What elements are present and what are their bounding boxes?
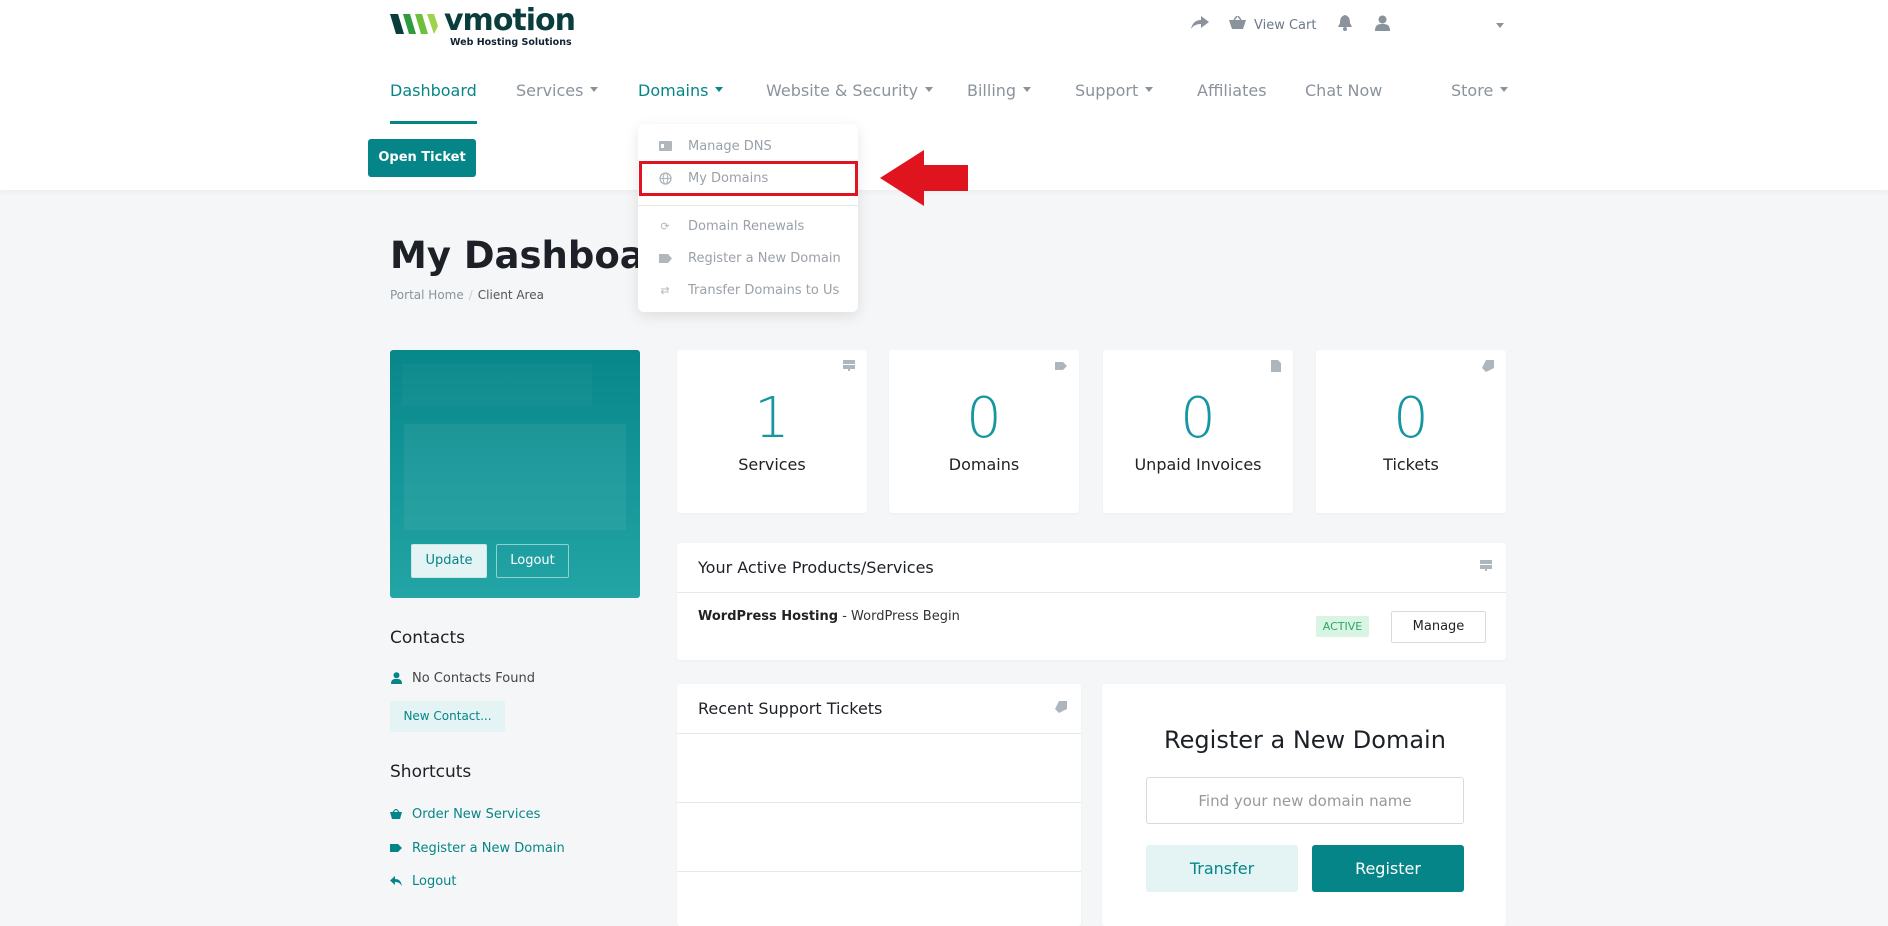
support-tickets-card: Recent Support Tickets — [677, 684, 1081, 926]
stat-domains-label: Domains — [948, 455, 1020, 474]
share-arrow-icon — [1191, 16, 1209, 34]
nav-chat-now[interactable]: Chat Now — [1305, 70, 1382, 124]
logo-mark-icon — [390, 14, 438, 34]
manage-button[interactable]: Manage — [1391, 611, 1486, 643]
nav-store[interactable]: Store — [1451, 70, 1509, 124]
stat-invoices-tile[interactable]: 0 Unpaid Invoices — [1103, 350, 1293, 513]
nav-support[interactable]: Support — [1075, 70, 1154, 124]
ticket-icon — [1055, 701, 1067, 716]
transfer-button[interactable]: Transfer — [1146, 845, 1298, 892]
active-products-heading: Your Active Products/Services — [698, 558, 934, 577]
chevron-down-icon — [590, 87, 599, 92]
reply-arrow-icon — [390, 875, 402, 887]
domains-dropdown-menu: Manage DNS My Domains ⟳ Domain Renewals … — [638, 124, 858, 312]
stat-services-label: Services — [738, 455, 806, 474]
view-cart-link[interactable]: View Cart — [1229, 14, 1316, 36]
stat-invoices-label: Unpaid Invoices — [1134, 455, 1262, 474]
stat-domains-value: 0 — [966, 386, 1002, 451]
stat-domains-tile[interactable]: 0 Domains — [889, 350, 1079, 513]
nav-services[interactable]: Services — [516, 70, 599, 124]
document-icon — [1271, 360, 1281, 375]
ticket-icon — [1482, 360, 1494, 375]
status-badge: ACTIVE — [1316, 616, 1369, 637]
update-profile-button[interactable]: Update — [411, 544, 487, 578]
nav-billing[interactable]: Billing — [967, 70, 1032, 124]
stat-tickets-tile[interactable]: 0 Tickets — [1316, 350, 1506, 513]
account-menu[interactable] — [1375, 14, 1390, 36]
register-button[interactable]: Register — [1312, 845, 1464, 892]
logout-button[interactable]: Logout — [496, 544, 569, 578]
product-detail: - WordPress Begin — [842, 609, 960, 624]
nav-domains[interactable]: Domains — [638, 70, 724, 124]
shortcut-logout[interactable]: Logout — [390, 871, 457, 891]
nav-website-security[interactable]: Website & Security — [766, 70, 934, 124]
card-divider — [677, 592, 1506, 593]
tag-icon — [1055, 360, 1067, 373]
new-contact-button[interactable]: New Contact... — [390, 701, 505, 732]
brand-name: vmotion — [444, 3, 576, 38]
register-domain-title: Register a New Domain — [1164, 726, 1446, 754]
bell-icon — [1338, 15, 1352, 35]
shortcut-register-domain[interactable]: Register a New Domain — [390, 838, 565, 858]
view-cart-label: View Cart — [1254, 17, 1317, 33]
card-divider — [677, 871, 1081, 872]
chevron-down-icon — [925, 87, 934, 92]
profile-details-placeholder — [404, 424, 626, 530]
product-row: WordPress Hosting - WordPress Begin — [698, 609, 960, 624]
tag-icon — [658, 251, 672, 265]
chevron-down-icon — [1496, 22, 1504, 28]
dns-icon — [658, 139, 672, 153]
user-icon — [390, 672, 402, 684]
tag-icon — [390, 842, 402, 854]
nav-affiliates[interactable]: Affiliates — [1197, 70, 1267, 124]
server-icon — [1480, 560, 1492, 574]
brand-tagline: Web Hosting Solutions — [450, 37, 572, 48]
stat-invoices-value: 0 — [1180, 386, 1216, 451]
chevron-down-icon — [1145, 87, 1154, 92]
highlight-box — [639, 161, 858, 196]
profile-card: Update Logout — [390, 350, 640, 598]
chevron-down-icon — [1500, 87, 1509, 92]
refresh-icon: ⟳ — [660, 219, 670, 233]
red-arrow-icon — [880, 150, 968, 206]
breadcrumb-home[interactable]: Portal Home — [390, 288, 464, 302]
share-button[interactable] — [1191, 14, 1209, 36]
no-contacts-row: No Contacts Found — [390, 668, 535, 688]
chevron-down-icon — [715, 87, 724, 92]
basket-icon — [1229, 15, 1246, 34]
notifications-button[interactable] — [1338, 14, 1352, 36]
main-nav: Dashboard Services Domains Website & Sec… — [0, 70, 1888, 124]
profile-name-placeholder — [402, 364, 592, 406]
stat-services-value: 1 — [754, 386, 790, 451]
menu-item-register-domain[interactable]: Register a New Domain — [638, 245, 858, 271]
chevron-down-icon — [1023, 87, 1032, 92]
transfer-icon: ⇄ — [660, 283, 670, 297]
product-name: WordPress Hosting — [698, 609, 839, 624]
open-ticket-button[interactable]: Open Ticket — [368, 139, 476, 177]
shortcuts-heading: Shortcuts — [390, 762, 472, 782]
support-tickets-heading: Recent Support Tickets — [698, 699, 883, 718]
contacts-heading: Contacts — [390, 628, 465, 648]
stat-tickets-label: Tickets — [1383, 455, 1439, 474]
breadcrumb-separator: / — [468, 288, 473, 302]
account-dropdown-caret[interactable] — [1496, 14, 1504, 36]
card-divider — [677, 802, 1081, 803]
menu-item-manage-dns[interactable]: Manage DNS — [638, 133, 858, 159]
active-products-card: Your Active Products/Services WordPress … — [677, 543, 1506, 660]
breadcrumb-current: Client Area — [477, 288, 544, 302]
server-icon — [843, 360, 855, 374]
basket-icon — [390, 808, 402, 820]
menu-item-transfer-domains[interactable]: ⇄ Transfer Domains to Us — [638, 277, 858, 303]
user-icon — [1375, 15, 1390, 35]
stat-tickets-value: 0 — [1393, 386, 1429, 451]
menu-item-domain-renewals[interactable]: ⟳ Domain Renewals — [638, 213, 858, 239]
breadcrumb: Portal Home / Client Area — [390, 288, 544, 302]
brand-logo[interactable]: vmotion Web Hosting Solutions — [390, 3, 576, 48]
menu-divider — [638, 205, 858, 206]
nav-dashboard[interactable]: Dashboard — [390, 70, 477, 124]
domain-search-input[interactable] — [1146, 777, 1464, 824]
stat-services-tile[interactable]: 1 Services — [677, 350, 867, 513]
card-divider — [677, 733, 1081, 734]
shortcut-order-new-services[interactable]: Order New Services — [390, 804, 540, 824]
